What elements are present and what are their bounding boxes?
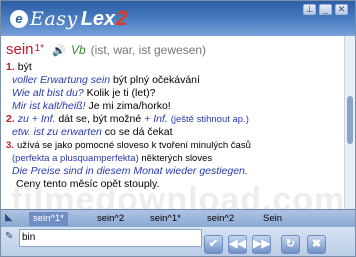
headword-superscript: 1* <box>34 43 44 54</box>
forward-icon[interactable]: ▶▶ <box>252 235 271 254</box>
refresh-icon[interactable]: ↻ <box>281 235 300 254</box>
bottom-bar: ✎ bin ✔ ◀◀ ▶▶ ↻ ✖ <box>1 227 355 256</box>
translation: dát se, být možné <box>58 113 142 125</box>
sense-number: 1. <box>6 61 15 73</box>
logo-easy: Easy <box>30 8 78 30</box>
usage-note: (ještě stihnout ap.) <box>170 114 249 125</box>
search-input[interactable]: bin <box>19 229 202 247</box>
sense-line: 1. být <box>6 61 344 74</box>
back-icon[interactable]: ◀◀ <box>228 235 247 254</box>
example-line: Ceny tento měsíc opět stouply. <box>16 178 344 191</box>
verb-forms: (ist, war, ist gewesen) <box>90 43 207 57</box>
german-example: Mir ist kalt/heiß! <box>12 100 86 112</box>
scrollbar-thumb[interactable] <box>347 96 353 144</box>
dictionary-entry: sein 1* 🔊 Vb (ist, war, ist gewesen) 1. bý… <box>1 36 344 209</box>
headword: sein <box>6 41 34 58</box>
german-example: etw. ist zu erwarten <box>12 126 102 138</box>
minimize-button[interactable]: _ <box>319 4 332 15</box>
example-line: Wie alt bist du? Kolik je ti (let)? <box>12 87 344 100</box>
czech-translation: co se dá čekat <box>104 126 173 138</box>
vertical-scrollbar[interactable] <box>344 36 355 209</box>
tab-sein-1[interactable]: sein^1* <box>29 212 68 226</box>
tab-sein-1b[interactable]: sein^1* <box>146 212 185 226</box>
sense-line: 3. užívá se jako pomocné sloveso k tvořen… <box>6 139 344 152</box>
czech-translation: Kolik je ti (let)? <box>86 87 156 99</box>
part-of-speech: Vb <box>70 43 86 57</box>
translation: užívá se jako pomocné sloveso k tvoření … <box>16 140 251 151</box>
pin-button[interactable]: ⊥ <box>303 4 316 15</box>
title-bar[interactable]: e Easy Lex 2 ⊥ _ ✕ <box>1 1 355 36</box>
example-line: voller Erwartung sein být plný očekávání <box>12 74 344 87</box>
tools-icon[interactable]: ✖ <box>307 235 326 254</box>
easylex-window: e Easy Lex 2 ⊥ _ ✕ sein 1* 🔊 Vb (ist, war… <box>0 0 356 257</box>
german-example: voller Erwartung sein <box>12 74 111 86</box>
german-example: Wie alt bist du? <box>12 87 84 99</box>
sense-number: 3. <box>6 140 14 151</box>
sense-continuation: (perfekta a plusquamperfekta) některých … <box>12 152 344 165</box>
tabs-marker-icon: ◣ <box>5 212 13 223</box>
result-tabs: ◣ sein^1* sein^2 sein^1* sein^2 Sein <box>1 209 355 227</box>
translation: některých sloves <box>141 153 213 164</box>
logo-version: 2 <box>116 7 128 30</box>
czech-translation: být plný očekávání <box>112 74 200 86</box>
logo-lex: Lex <box>80 7 116 30</box>
sense-line: 2. zu + Inf. dát se, být možné + Inf. (je… <box>6 113 344 126</box>
search-icon: ✎ <box>5 231 14 242</box>
german-example: Die Preise sind in diesem Monat wieder g… <box>12 165 248 177</box>
usage-note: (perfekta a plusquamperfekta) <box>12 153 139 164</box>
example-line: etw. ist zu erwarten co se dá čekat <box>12 126 344 139</box>
translation: být <box>17 61 32 73</box>
speaker-icon[interactable]: 🔊 <box>52 42 66 57</box>
logo-e-icon: e <box>10 10 28 28</box>
entry-header: sein 1* 🔊 Vb (ist, war, ist gewesen) <box>6 40 344 61</box>
german-construction: zu + Inf. <box>17 113 56 125</box>
checkmark-icon[interactable]: ✔ <box>204 235 223 254</box>
tab-sein-2b[interactable]: sein^2 <box>203 212 238 226</box>
german-construction: + Inf. <box>144 113 168 125</box>
tab-sein-noun[interactable]: Sein <box>259 212 286 226</box>
example-line: Mir ist kalt/heiß! Je mi zima/horko! <box>12 100 344 113</box>
czech-translation: Ceny tento měsíc opět stouply. <box>16 178 160 190</box>
czech-translation: Je mi zima/horko! <box>88 100 171 112</box>
app-logo: e Easy Lex 2 <box>10 7 128 31</box>
example-line: Die Preise sind in diesem Monat wieder g… <box>12 165 344 178</box>
tab-sein-2[interactable]: sein^2 <box>93 212 128 226</box>
close-button[interactable]: ✕ <box>335 4 348 15</box>
sense-number: 2. <box>6 113 15 125</box>
